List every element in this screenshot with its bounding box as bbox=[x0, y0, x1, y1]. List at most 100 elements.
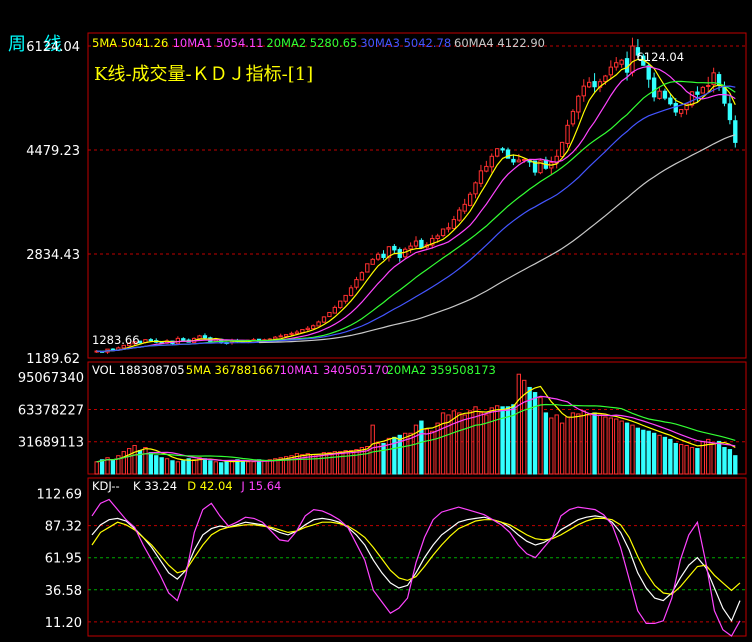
volume-bar bbox=[381, 442, 386, 475]
volume-bar bbox=[603, 416, 608, 475]
ma20-line bbox=[96, 80, 736, 353]
volume-bar bbox=[576, 413, 581, 475]
candle-body bbox=[392, 245, 397, 251]
volume-bar bbox=[478, 412, 484, 475]
candle-body bbox=[332, 306, 338, 314]
candle-body bbox=[657, 90, 662, 99]
volume-bar bbox=[641, 429, 646, 475]
volume-bar bbox=[132, 444, 137, 475]
candle-body bbox=[467, 193, 473, 206]
price-tick-label: 4479.23 bbox=[26, 144, 80, 159]
stock-chart[interactable]: 6124.04 4479.23 2834.43 1189.62 6124.04 1283.… bbox=[0, 0, 752, 642]
candle-body bbox=[592, 81, 597, 88]
candle-body bbox=[365, 263, 370, 273]
price-legend-20ma2: 20MA2 5280.65 bbox=[266, 36, 357, 50]
price-legend-30ma3: 30MA3 5042.78 bbox=[360, 36, 451, 50]
volume-bar bbox=[170, 460, 175, 475]
volume-bar bbox=[424, 428, 430, 475]
volume-bar bbox=[446, 414, 451, 475]
candle-body bbox=[733, 120, 738, 143]
candle-body bbox=[478, 170, 484, 184]
candle-body bbox=[586, 81, 592, 88]
volume-bar bbox=[716, 440, 722, 475]
kdj-tick-label: 36.58 bbox=[45, 584, 82, 599]
volume-bar bbox=[635, 427, 641, 475]
kdj-tick-label: 11.20 bbox=[45, 616, 82, 631]
candle-body bbox=[413, 240, 419, 247]
candle-body bbox=[489, 155, 494, 168]
volume-bar bbox=[202, 458, 208, 475]
volume-bar bbox=[218, 462, 224, 475]
kdj-legend-d: D 42.04 bbox=[187, 479, 232, 493]
volume-bar bbox=[246, 461, 251, 475]
kdj-tick-label: 112.69 bbox=[37, 488, 83, 503]
volume-bar bbox=[570, 412, 576, 475]
volume-bar bbox=[711, 442, 716, 475]
volume-bar bbox=[565, 416, 570, 475]
candle-body bbox=[673, 103, 678, 113]
ma5-line bbox=[96, 58, 736, 353]
volume-bar bbox=[684, 444, 689, 475]
volume-bar bbox=[148, 452, 154, 475]
kdj-j-line bbox=[91, 498, 741, 637]
volume-bar bbox=[267, 459, 273, 475]
volume-bar bbox=[408, 432, 413, 475]
volume-bar bbox=[532, 392, 538, 475]
ma30-line bbox=[96, 85, 736, 353]
candle-body bbox=[500, 148, 505, 151]
candle-body bbox=[462, 203, 467, 212]
price-tick-label: 1189.62 bbox=[26, 352, 80, 367]
candle-body bbox=[651, 77, 657, 98]
volume-bar bbox=[630, 424, 635, 475]
volume-bar bbox=[678, 443, 684, 475]
volume-bar bbox=[500, 406, 505, 475]
candle-body bbox=[603, 75, 608, 82]
candle-body bbox=[408, 245, 413, 250]
volume-bar bbox=[240, 460, 246, 475]
volume-bar bbox=[316, 454, 321, 475]
volume-bar bbox=[586, 414, 592, 475]
volume-bar bbox=[126, 448, 132, 475]
candle-body bbox=[700, 86, 706, 94]
candle-body bbox=[359, 272, 365, 281]
candle-body bbox=[695, 91, 700, 95]
volume-bar bbox=[110, 459, 116, 475]
candle-body bbox=[289, 332, 294, 335]
kdj-legend-j: J 15.64 bbox=[240, 479, 281, 493]
kdj-legend-kdj: KDJ-- bbox=[92, 479, 120, 493]
volume-tick-label: 31689113 bbox=[18, 436, 84, 451]
volume-bar bbox=[581, 410, 586, 475]
candle-body bbox=[484, 165, 489, 172]
volume-bar bbox=[343, 450, 348, 475]
volume-bar bbox=[224, 461, 229, 475]
volume-tick-label: 95067340 bbox=[18, 371, 84, 386]
volume-bar bbox=[375, 442, 381, 475]
price-tick-label: 6124.04 bbox=[26, 40, 80, 55]
volume-bar bbox=[386, 437, 392, 475]
candle-body bbox=[446, 227, 451, 230]
volume-legend-20ma2: 20MA2 359508173 bbox=[387, 363, 496, 377]
volume-bar bbox=[608, 417, 614, 475]
candle-body bbox=[148, 339, 154, 342]
volume-bar bbox=[662, 436, 668, 475]
candle-body bbox=[511, 158, 516, 163]
kdj-k-line bbox=[91, 515, 741, 623]
candle-body bbox=[706, 84, 711, 87]
candle-body bbox=[559, 141, 565, 158]
candle-body bbox=[310, 325, 316, 330]
volume-tick-label: 63378227 bbox=[18, 403, 84, 418]
volume-bar bbox=[657, 434, 662, 475]
candle-body bbox=[440, 228, 446, 237]
panel-frame-3 bbox=[87, 477, 747, 637]
volume-bar bbox=[549, 417, 554, 475]
volume-bar bbox=[327, 452, 332, 475]
volume-legend-vol: VOL 188308705 bbox=[92, 363, 185, 377]
volume-bar bbox=[354, 449, 359, 475]
volume-legend-10ma1: 10MA1 340505170 bbox=[280, 363, 389, 377]
price-legend-5ma: 5MA 5041.26 bbox=[92, 36, 168, 50]
price-legend-60ma4: 60MA4 4122.90 bbox=[454, 36, 545, 50]
volume-bar bbox=[332, 451, 338, 475]
volume-bar bbox=[175, 461, 181, 475]
candle-body bbox=[375, 253, 381, 260]
candle-body bbox=[624, 58, 630, 73]
